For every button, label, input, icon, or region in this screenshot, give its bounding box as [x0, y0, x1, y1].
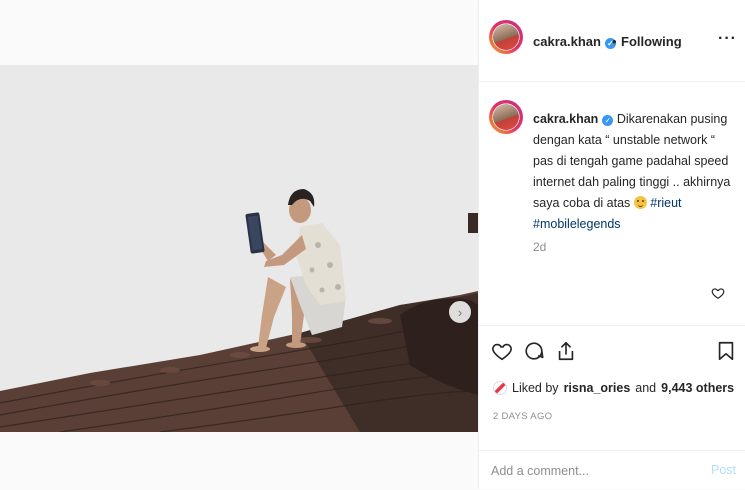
bookmark-icon[interactable] [715, 340, 737, 362]
comment-bar: Post [479, 450, 745, 490]
following-button[interactable]: Following [621, 34, 682, 49]
author-username-header[interactable]: cakra.khan ✓ [533, 34, 616, 49]
liker-avatar[interactable] [493, 381, 507, 395]
liker-username[interactable]: risna_ories [564, 381, 631, 395]
avatar-image [493, 104, 519, 130]
hashtag-mobilelegends[interactable]: #mobilelegends [533, 217, 621, 231]
post-comment-button[interactable]: Post [711, 463, 736, 477]
caption-area: cakra.khan ✓ Dikarenakan pusing dengan ka… [479, 82, 745, 325]
caption-relative-time[interactable]: 2d [533, 240, 546, 254]
share-icon[interactable] [555, 340, 577, 362]
chevron-right-icon: › [457, 304, 463, 320]
small-heart-icon[interactable] [711, 286, 725, 300]
follow-separator: • [612, 34, 617, 49]
post-timestamp[interactable]: 2 DAYS AGO [493, 411, 552, 422]
heart-icon[interactable] [491, 340, 513, 362]
post-header: cakra.khan ✓ • Following ··· [479, 0, 745, 82]
likes-prefix: Liked by [512, 381, 559, 395]
avatar-image [493, 24, 519, 50]
next-slide-button[interactable]: › [449, 301, 471, 323]
caption-text: Dikarenakan pusing dengan kata “ unstabl… [533, 112, 731, 210]
likes-others-count[interactable]: 9,443 others [661, 381, 734, 395]
post-actions: Liked by risna_ories and 9,443 others 2 … [479, 325, 745, 489]
emoji-icon [633, 196, 647, 209]
photo-illustration [0, 65, 478, 432]
author-avatar[interactable] [489, 20, 523, 54]
verified-icon: ✓ [602, 115, 614, 126]
comment-icon[interactable] [523, 340, 545, 362]
post-photo[interactable]: › [0, 65, 478, 432]
more-options-icon[interactable]: ··· [718, 30, 737, 48]
post-details-panel: cakra.khan ✓ • Following ··· cakra.khan ✓ … [478, 0, 745, 489]
author-name-text[interactable]: cakra.khan [533, 34, 601, 49]
comment-input[interactable] [491, 461, 691, 481]
likes-conjunction: and [635, 381, 657, 395]
likes-summary: Liked by risna_ories and 9,443 others [493, 381, 734, 395]
top-backdrop [0, 0, 478, 65]
caption-author-username[interactable]: cakra.khan [533, 112, 598, 126]
caption-author-avatar[interactable] [489, 100, 523, 134]
post-viewer: › cakra.khan ✓ • Following ··· cakra.khan… [0, 0, 745, 489]
post-caption: cakra.khan ✓ Dikarenakan pusing dengan ka… [533, 109, 738, 235]
hashtag-rieut[interactable]: #rieut [650, 196, 681, 210]
